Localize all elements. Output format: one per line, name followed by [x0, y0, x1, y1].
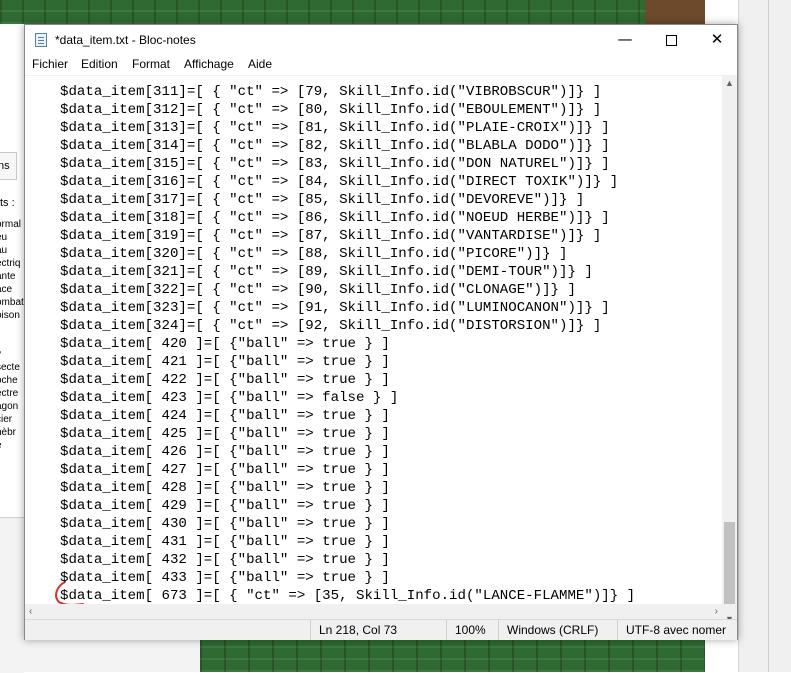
background-list-item: l [0, 322, 24, 335]
code-line: $data_item[323]=[ { "ct" => [91, Skill_I… [60, 300, 610, 316]
code-line: $data_item[315]=[ { "ct" => [83, Skill_I… [60, 156, 610, 172]
vertical-scrollbar[interactable]: ▲ ▼ [722, 75, 737, 628]
code-line: $data_item[324]=[ { "ct" => [92, Skill_I… [60, 318, 602, 334]
code-line: $data_item[ 433 ]=[ {"ball" => true } ] [60, 570, 390, 586]
background-list-item: eu [0, 232, 8, 243]
code-line: $data_item[313]=[ { "ct" => [81, Skill_I… [60, 120, 610, 136]
code-line: $data_item[320]=[ { "ct" => [88, Skill_I… [60, 246, 568, 262]
vertical-scroll-thumb[interactable] [724, 522, 735, 604]
horizontal-scrollbar[interactable]: ‹ › [25, 604, 722, 619]
background-list-item: au [0, 245, 8, 256]
menu-format[interactable]: Format [132, 57, 170, 71]
background-list-item: secte [0, 362, 20, 373]
background-list-item: nèbr [0, 427, 17, 438]
background-list-item: oison [0, 310, 20, 321]
title-bar[interactable]: *data_item.txt - Bloc-notes — ✕ [25, 25, 737, 55]
background-left-tab: ns [0, 152, 17, 180]
background-list-item: cier [0, 414, 13, 425]
background-list-item: ante [0, 271, 16, 282]
code-line: $data_item[322]=[ { "ct" => [90, Skill_I… [60, 282, 576, 298]
code-line: $data_item[ 427 ]=[ {"ball" => true } ] [60, 462, 390, 478]
background-list-item: l [0, 335, 24, 348]
background-list-item: ombat [0, 297, 24, 308]
code-line: $data_item[314]=[ { "ct" => [82, Skill_I… [60, 138, 610, 154]
code-line: $data_item[312]=[ { "ct" => [80, Skill_I… [60, 102, 602, 118]
menu-fichier[interactable]: Fichier [32, 57, 68, 71]
status-bar: Ln 218, Col 73 100% Windows (CRLF) UTF-8… [25, 619, 737, 640]
code-line: $data_item[319]=[ { "ct" => [87, Skill_I… [60, 228, 602, 244]
close-button[interactable]: ✕ [694, 25, 740, 55]
menu-edition[interactable]: Edition [81, 57, 118, 71]
background-divider [768, 0, 769, 672]
code-line: $data_item[311]=[ { "ct" => [79, Skill_I… [60, 84, 602, 100]
background-game-map-bottom [200, 640, 705, 672]
code-line: $data_item[316]=[ { "ct" => [84, Skill_I… [60, 174, 619, 190]
background-list-item: agon [0, 401, 19, 412]
notepad-icon [35, 33, 47, 47]
background-game-map-top [0, 0, 705, 24]
encoding: UTF-8 avec nomer [617, 620, 737, 640]
window-title: *data_item.txt - Bloc-notes [55, 33, 196, 47]
code-line: $data_item[ 428 ]=[ {"ball" => true } ] [60, 480, 390, 496]
code-line: $data_item[ 425 ]=[ {"ball" => true } ] [60, 426, 390, 442]
maximize-icon [665, 35, 677, 46]
code-line: $data_item[ 429 ]=[ {"ball" => true } ] [60, 498, 390, 514]
background-list-item: e [0, 439, 24, 452]
background-right-panel [738, 0, 791, 672]
code-line: $data_item[ 430 ]=[ {"ball" => true } ] [60, 516, 390, 532]
code-line: $data_item[ 432 ]=[ {"ball" => true } ] [60, 552, 390, 568]
code-line: $data_item[318]=[ { "ct" => [86, Skill_I… [60, 210, 610, 226]
scroll-left-arrow-icon[interactable]: ‹ [29, 604, 32, 619]
background-list-item: ormal [0, 219, 22, 230]
code-line: $data_item[321]=[ { "ct" => [89, Skill_I… [60, 264, 593, 280]
maximize-button[interactable] [648, 25, 694, 55]
menu-affichage[interactable]: Affichage [184, 57, 234, 71]
notepad-window: *data_item.txt - Bloc-notes — ✕ Fichier … [24, 24, 738, 640]
code-line: $data_item[ 424 ]=[ {"ball" => true } ] [60, 408, 390, 424]
background-list-item: ace [0, 284, 13, 295]
background-game-tile [645, 0, 705, 24]
minimize-button[interactable]: — [602, 25, 648, 55]
code-line: $data_item[ 431 ]=[ {"ball" => true } ] [60, 534, 390, 550]
text-editor[interactable]: $data_item[311]=[ { "ct" => [79, Skill_I… [25, 75, 722, 629]
scroll-up-arrow-icon[interactable]: ▲ [722, 75, 737, 92]
code-line: $data_item[ 420 ]=[ {"ball" => true } ] [60, 336, 390, 352]
menu-bar: Fichier Edition Format Affichage Aide [25, 55, 737, 75]
background-type-list: ormaleuauectriqanteaceombatoisonllysecte… [0, 218, 24, 458]
cursor-position: Ln 218, Col 73 [310, 620, 446, 640]
line-ending: Windows (CRLF) [498, 620, 617, 640]
background-list-item: y [0, 348, 24, 361]
code-line: $data_item[ 421 ]=[ {"ball" => true } ] [60, 354, 390, 370]
scroll-right-arrow-icon[interactable]: › [715, 604, 718, 619]
background-left-label: ts : [0, 197, 15, 209]
background-list-item: oche [0, 375, 18, 386]
background-list-item: ectre [0, 388, 19, 399]
code-line: $data_item[ 423 ]=[ {"ball" => false } ] [60, 390, 399, 406]
background-list-item: ectriq [0, 258, 21, 269]
code-line: $data_item[ 673 ]=[ { "ct" => [35, Skill… [60, 588, 636, 604]
code-line: $data_item[ 422 ]=[ {"ball" => true } ] [60, 372, 390, 388]
background-bottom-gray [24, 640, 204, 672]
code-line: $data_item[317]=[ { "ct" => [85, Skill_I… [60, 192, 585, 208]
menu-aide[interactable]: Aide [248, 57, 272, 71]
zoom-level: 100% [446, 620, 498, 640]
background-left-gray [0, 517, 24, 673]
code-line: $data_item[ 426 ]=[ {"ball" => true } ] [60, 444, 390, 460]
